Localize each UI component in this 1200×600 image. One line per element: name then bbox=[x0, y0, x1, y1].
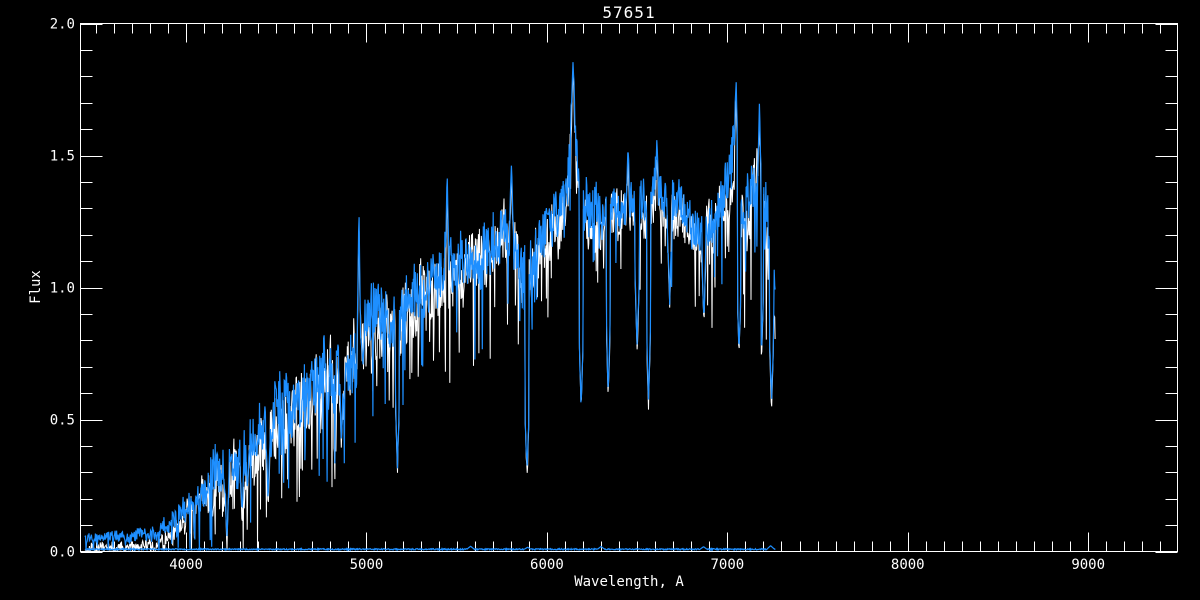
x-axis-label: Wavelength, A bbox=[80, 574, 1178, 590]
y-tick-label: 0.5 bbox=[50, 413, 75, 429]
x-tick-label: 5000 bbox=[350, 557, 384, 573]
x-tick-label: 7000 bbox=[710, 557, 744, 573]
x-tick-label: 8000 bbox=[891, 557, 925, 573]
y-tick-label: 1.0 bbox=[50, 281, 75, 297]
plot-title: 57651 bbox=[80, 3, 1178, 22]
y-tick-label: 2.0 bbox=[50, 17, 75, 33]
plot-window: 4000500060007000800090000.00.51.01.52.0 … bbox=[0, 0, 1200, 600]
spectrum-chart: 4000 5000 6000 7000 8000 9000 0.0 0.5 1.0 1.5 2.0 bbox=[0, 0, 1200, 600]
spectrum-main bbox=[85, 62, 775, 550]
x-tick-label: 6000 bbox=[530, 557, 564, 573]
noise-floor bbox=[85, 546, 775, 550]
spectrum-underlay bbox=[85, 73, 775, 550]
x-tick-label: 4000 bbox=[169, 557, 203, 573]
y-tick-label: 1.5 bbox=[50, 149, 75, 165]
y-axis-label: Flux bbox=[28, 270, 44, 304]
x-tick-label: 9000 bbox=[1071, 557, 1105, 573]
y-tick-label: 0.0 bbox=[50, 545, 75, 561]
